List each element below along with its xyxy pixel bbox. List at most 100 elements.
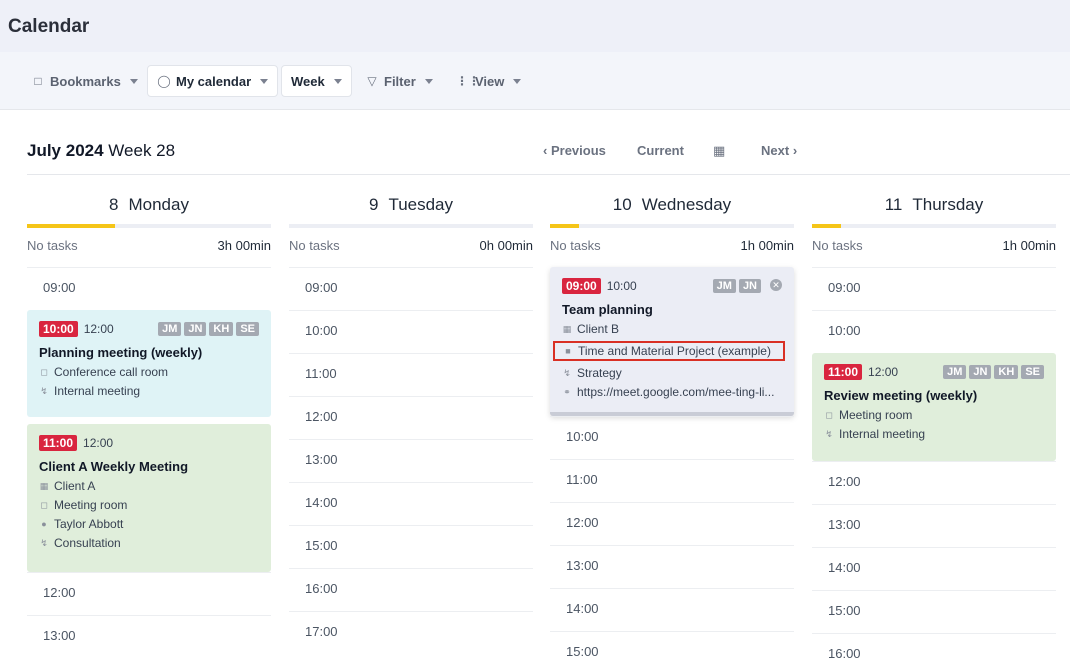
event-meeting-link[interactable]: https://meet.google.com/mee-ting-li... (577, 385, 774, 399)
previous-button[interactable]: ‹ Previous (543, 143, 606, 158)
time-slot[interactable]: 13:00 (27, 615, 271, 658)
time-slot[interactable]: 14:00 (812, 547, 1056, 590)
event-type: Internal meeting (54, 384, 141, 398)
time-slot[interactable]: 16:00 (812, 633, 1056, 669)
time-slot[interactable]: 13:00 (812, 504, 1056, 547)
slot-time: 10:00 (828, 323, 861, 338)
day-header: 8 Monday (27, 195, 271, 215)
building-icon: ▦ (562, 323, 572, 334)
attendee-badge: JM (943, 365, 967, 379)
date-picker-button[interactable]: ▦ (713, 143, 725, 159)
bolt-icon: ↯ (563, 367, 571, 378)
day-name: Monday (128, 195, 189, 214)
time-slot[interactable]: 12:00 (27, 572, 271, 615)
time-slot[interactable]: 15:00 (812, 590, 1056, 633)
chevron-right-icon: › (792, 143, 798, 158)
slot-time: 15:00 (566, 644, 599, 659)
day-summary: No tasks 0h 00min (289, 238, 533, 253)
event-card[interactable]: 11:00 12:00 JM JN KH SE Review meeting (… (812, 353, 1056, 461)
time-slot[interactable]: 11:00 (289, 353, 533, 396)
user-icon: ◯ (157, 74, 171, 88)
slot-time: 12:00 (828, 474, 861, 489)
day-column-thursday: 11 Thursday No tasks 1h 00min 09:00 10:00… (812, 175, 1056, 669)
day-progress-fill (27, 224, 115, 228)
event-start-time: 09:00 (562, 278, 601, 294)
slot-time: 16:00 (828, 646, 861, 661)
event-card[interactable]: 10:00 12:00 JM JN KH SE Planning meeting… (27, 310, 271, 417)
slot-time: 13:00 (566, 558, 599, 573)
sliders-icon: ⋮⋮ (456, 74, 480, 88)
time-slot[interactable]: 14:00 (550, 588, 794, 631)
filter-dropdown[interactable]: ▽ Filter (359, 65, 439, 97)
bookmarks-dropdown[interactable]: □ Bookmarks (25, 65, 144, 97)
time-slot[interactable]: 16:00 (289, 568, 533, 611)
day-summary: No tasks 3h 00min (27, 238, 271, 253)
event-end-time: 12:00 (868, 365, 899, 379)
time-slot[interactable]: 09:00 (812, 267, 1056, 310)
chevron-down-icon (129, 78, 138, 84)
cube-icon: ◻ (40, 499, 48, 510)
day-name: Wednesday (641, 195, 732, 214)
time-slot[interactable]: 09:00 (27, 267, 271, 310)
attendee-badges: JM JN ✕ (712, 279, 782, 293)
day-column-wednesday: 10 Wednesday No tasks 1h 00min 09:00 10:0… (550, 175, 794, 669)
slot-time: 10:00 (566, 429, 599, 444)
period-week: Week 28 (108, 141, 176, 160)
time-slot[interactable]: 10:00 (812, 310, 1056, 353)
period-heading: July 2024 Week 28 (27, 141, 175, 161)
time-slot[interactable]: 10:00 (289, 310, 533, 353)
calendar-icon: ▦ (713, 143, 726, 158)
duration-label: 1h 00min (740, 238, 794, 253)
view-dropdown[interactable]: ⋮⋮ View (450, 65, 527, 97)
slot-time: 09:00 (828, 280, 861, 295)
tasks-label: No tasks (27, 238, 78, 253)
attendee-badge: JN (969, 365, 992, 379)
day-name: Tuesday (388, 195, 454, 214)
event-project-highlighted[interactable]: ■ Time and Material Project (example) (553, 341, 785, 361)
time-slot[interactable]: 17:00 (289, 611, 533, 654)
time-slot[interactable]: 12:00 (289, 396, 533, 439)
day-header: 10 Wednesday (550, 195, 794, 215)
time-slot[interactable]: 11:00 (550, 459, 794, 502)
event-client: Client B (577, 322, 620, 336)
slot-time: 14:00 (566, 601, 599, 616)
slot-time: 17:00 (305, 624, 338, 639)
close-icon[interactable]: ✕ (770, 279, 782, 291)
day-progress-bar (27, 224, 271, 228)
slot-time: 13:00 (43, 628, 76, 643)
time-slot[interactable]: 12:00 (550, 502, 794, 545)
slot-time: 14:00 (305, 495, 338, 510)
time-slot[interactable]: 15:00 (289, 525, 533, 568)
time-slot[interactable]: 09:00 (289, 267, 533, 310)
attendee-badges: JM JN KH SE (943, 365, 1044, 379)
event-client: Client A (54, 479, 96, 493)
cube-icon: ◻ (40, 366, 48, 377)
duration-label: 1h 00min (1002, 238, 1056, 253)
chevron-down-icon (424, 78, 433, 84)
time-slot[interactable]: 14:00 (289, 482, 533, 525)
event-card[interactable]: 09:00 10:00 JM JN ✕ Team planning ▦ Clien… (550, 267, 794, 416)
duration-label: 0h 00min (479, 238, 533, 253)
week-label: Week (291, 73, 325, 89)
headset-icon: ⚭ (563, 386, 571, 397)
event-card[interactable]: 11:00 12:00 Client A Weekly Meeting ▦ Cli… (27, 424, 271, 572)
time-slot[interactable]: 10:00 (550, 416, 794, 459)
slot-time: 15:00 (305, 538, 338, 553)
time-slot[interactable]: 12:00 (812, 461, 1056, 504)
slot-time: 12:00 (566, 515, 599, 530)
attendee-badge: KH (209, 322, 234, 336)
current-button[interactable]: Current (637, 143, 684, 158)
week-dropdown[interactable]: Week (281, 65, 352, 97)
slot-time: 12:00 (43, 585, 76, 600)
attendee-badge: JN (738, 279, 761, 293)
time-slot[interactable]: 15:00 (550, 631, 794, 669)
time-slot[interactable]: 13:00 (289, 439, 533, 482)
event-end-time: 10:00 (606, 279, 637, 293)
my-calendar-label: My calendar (176, 73, 252, 89)
event-start-time: 10:00 (39, 321, 78, 337)
next-button[interactable]: Next › (761, 143, 797, 158)
event-start-time: 11:00 (824, 364, 863, 380)
page-title: Calendar (8, 16, 90, 37)
time-slot[interactable]: 13:00 (550, 545, 794, 588)
my-calendar-dropdown[interactable]: ◯ My calendar (147, 65, 279, 97)
